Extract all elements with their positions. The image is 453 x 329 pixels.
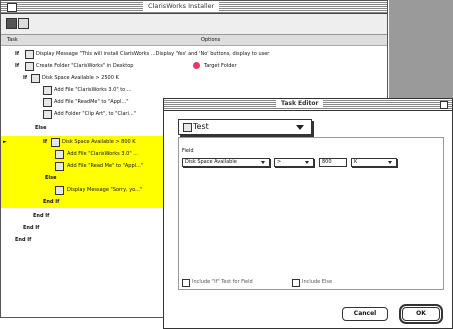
checkbox-box bbox=[182, 279, 190, 287]
task-row[interactable]: Display Message "Sorry, yo..." bbox=[1, 184, 171, 196]
test-icon bbox=[51, 138, 60, 147]
close-box[interactable] bbox=[7, 3, 17, 12]
editor-titlebar[interactable]: Task Editor bbox=[164, 99, 452, 111]
options-column-header: Options bbox=[201, 37, 221, 43]
column-headers: Task Options bbox=[1, 35, 387, 46]
folder-icon bbox=[43, 110, 52, 119]
ok-button[interactable]: OK bbox=[399, 304, 443, 324]
toolbar bbox=[1, 14, 387, 35]
task-row[interactable]: Add File "ClarisWorks 3.0" to ... bbox=[1, 84, 387, 96]
task-row[interactable]: Add File "ClarisWorks 3.0" ... bbox=[1, 148, 171, 160]
task-column-header: Task bbox=[7, 37, 18, 43]
test-icon bbox=[31, 74, 40, 83]
chevron-down-icon bbox=[388, 161, 392, 164]
task-type-value: Test bbox=[193, 122, 209, 131]
task-type-popup[interactable]: Test bbox=[178, 119, 312, 135]
unit-popup[interactable]: K bbox=[351, 158, 397, 167]
cancel-button[interactable]: Cancel bbox=[342, 307, 388, 321]
checkbox-box bbox=[292, 279, 300, 287]
value-field[interactable]: 800 bbox=[319, 158, 347, 167]
file-icon bbox=[55, 162, 64, 171]
include-if-checkbox[interactable]: Include "If" Test for Field bbox=[182, 278, 282, 287]
view-icon[interactable] bbox=[18, 18, 29, 29]
test-panel: Field Disk Space Available > 800 K bbox=[178, 137, 444, 290]
include-else-checkbox[interactable]: Include Else bbox=[292, 278, 352, 287]
task-row-selected[interactable]: ► If Disk Space Available > 800 K bbox=[1, 136, 171, 148]
installer-titlebar[interactable]: ClarisWorks Installer bbox=[1, 1, 387, 14]
message-icon bbox=[55, 186, 64, 195]
task-row[interactable]: If Create Folder "ClarisWorks" in Deskto… bbox=[1, 60, 387, 72]
chevron-down-icon bbox=[261, 161, 265, 164]
task-row[interactable]: Add File "Read Me" to "Appl..." bbox=[1, 160, 171, 172]
task-row[interactable]: Else bbox=[1, 172, 171, 184]
editor-title: Task Editor bbox=[276, 100, 324, 108]
task-row[interactable]: End If bbox=[1, 196, 171, 208]
task-editor-dialog: Task Editor Test Field Disk Space Availa… bbox=[163, 98, 453, 329]
zoom-box[interactable] bbox=[440, 101, 448, 109]
message-icon bbox=[25, 50, 34, 59]
field-label: Field bbox=[182, 148, 194, 154]
target-icon bbox=[193, 62, 200, 69]
file-icon bbox=[43, 86, 52, 95]
folder-icon bbox=[25, 62, 34, 71]
chevron-down-icon bbox=[296, 125, 304, 130]
chevron-down-icon bbox=[305, 161, 309, 164]
task-row[interactable]: If Disk Space Available > 2500 K bbox=[1, 72, 387, 84]
test-icon bbox=[183, 123, 192, 132]
new-task-icon[interactable] bbox=[6, 18, 17, 29]
task-row[interactable]: If Display Message "This will install Cl… bbox=[1, 48, 387, 60]
operator-popup[interactable]: > bbox=[274, 158, 314, 167]
file-icon bbox=[43, 98, 52, 107]
field-popup[interactable]: Disk Space Available bbox=[182, 158, 270, 167]
installer-title: ClarisWorks Installer bbox=[143, 2, 220, 11]
file-icon bbox=[55, 150, 64, 159]
